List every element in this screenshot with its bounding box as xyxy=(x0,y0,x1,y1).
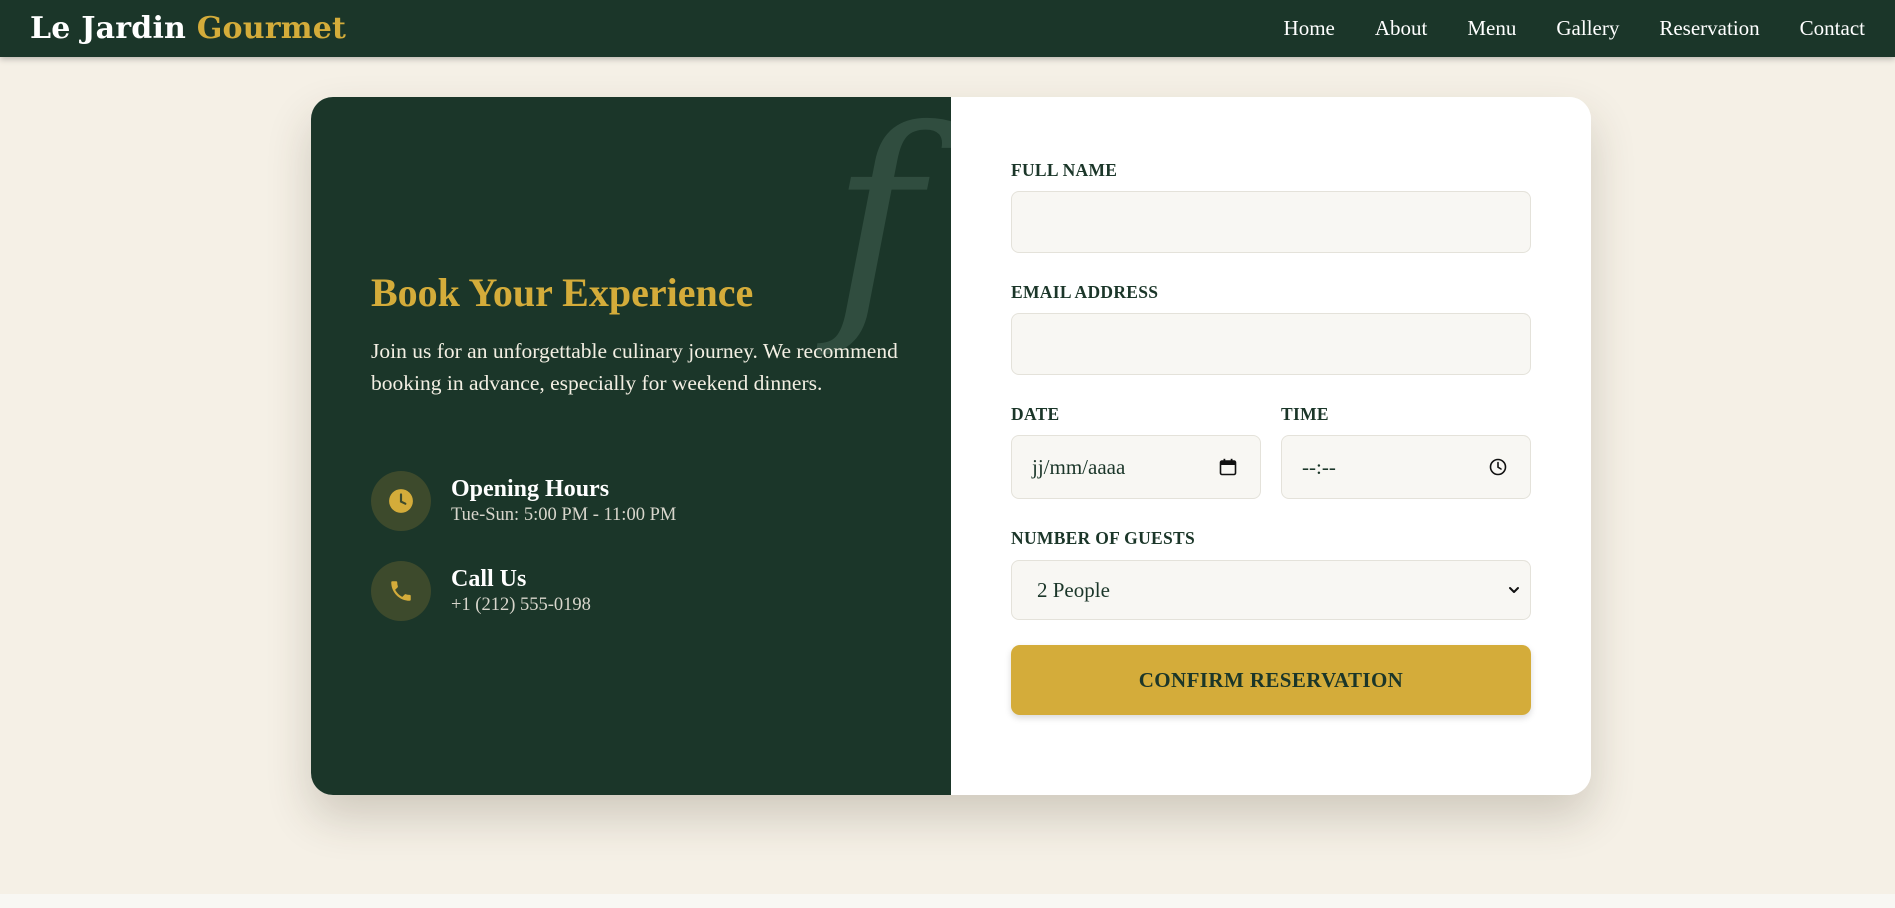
call-us-heading: Call Us xyxy=(451,566,527,592)
nav-item-about[interactable]: About xyxy=(1375,16,1428,41)
nav-item-menu[interactable]: Menu xyxy=(1467,16,1516,41)
page-footer-strip xyxy=(0,894,1895,908)
brand-logo[interactable]: Le Jardin Gourmet xyxy=(30,11,346,46)
reservation-card: f Book Your Experience Join us for an un… xyxy=(311,97,1591,795)
clock-icon xyxy=(371,471,431,531)
top-navbar: Le Jardin Gourmet Home About Menu Galler… xyxy=(0,0,1895,57)
nav-item-reservation[interactable]: Reservation xyxy=(1659,16,1759,41)
main-nav: Home About Menu Gallery Reservation Cont… xyxy=(1284,16,1865,41)
full-name-label: FULL NAME xyxy=(1011,160,1118,180)
date-label: DATE xyxy=(1011,404,1060,424)
chevron-down-icon xyxy=(1502,578,1526,602)
decorative-f-glyph: f xyxy=(831,97,922,362)
confirm-reservation-button[interactable]: CONFIRM RESERVATION xyxy=(1011,645,1531,715)
full-name-field-wrapper xyxy=(1011,191,1531,253)
email-label: EMAIL ADDRESS xyxy=(1011,282,1159,302)
brand-name: Le Jardin xyxy=(30,11,187,46)
calendar-icon[interactable] xyxy=(1216,455,1240,479)
call-us-block: Call Us +1 (212) 555-0198 xyxy=(371,561,591,621)
nav-item-gallery[interactable]: Gallery xyxy=(1556,16,1619,41)
opening-hours-detail: Tue-Sun: 5:00 PM - 11:00 PM xyxy=(451,505,677,525)
email-input[interactable] xyxy=(1012,314,1530,374)
date-input[interactable]: jj/mm/aaaa xyxy=(1011,435,1261,499)
clock-picker-icon[interactable] xyxy=(1486,455,1510,479)
time-label: TIME xyxy=(1281,404,1329,424)
nav-item-home[interactable]: Home xyxy=(1284,16,1335,41)
booking-intro: Join us for an unforgettable culinary jo… xyxy=(371,339,898,395)
time-input[interactable]: --:-- xyxy=(1281,435,1531,499)
email-field-wrapper xyxy=(1011,313,1531,375)
nav-item-contact[interactable]: Contact xyxy=(1800,16,1865,41)
time-placeholder: --:-- xyxy=(1302,454,1336,479)
full-name-input[interactable] xyxy=(1012,192,1530,252)
guests-label: NUMBER OF GUESTS xyxy=(1011,528,1196,548)
reservation-form: FULL NAME EMAIL ADDRESS DATE jj/mm/aaaa … xyxy=(951,97,1591,795)
date-placeholder: jj/mm/aaaa xyxy=(1032,454,1126,479)
opening-hours-heading: Opening Hours xyxy=(451,476,610,502)
call-us-phone-number[interactable]: +1 (212) 555-0198 xyxy=(451,595,591,616)
phone-icon xyxy=(371,561,431,621)
guests-select[interactable]: 2 People xyxy=(1011,560,1531,620)
opening-hours-block: Opening Hours Tue-Sun: 5:00 PM - 11:00 P… xyxy=(371,471,676,531)
guests-selected-value: 2 People xyxy=(1037,577,1110,602)
booking-title: Book Your Experience xyxy=(371,270,754,315)
booking-info-panel: f Book Your Experience Join us for an un… xyxy=(311,97,951,795)
brand-accent: Gourmet xyxy=(196,11,347,46)
